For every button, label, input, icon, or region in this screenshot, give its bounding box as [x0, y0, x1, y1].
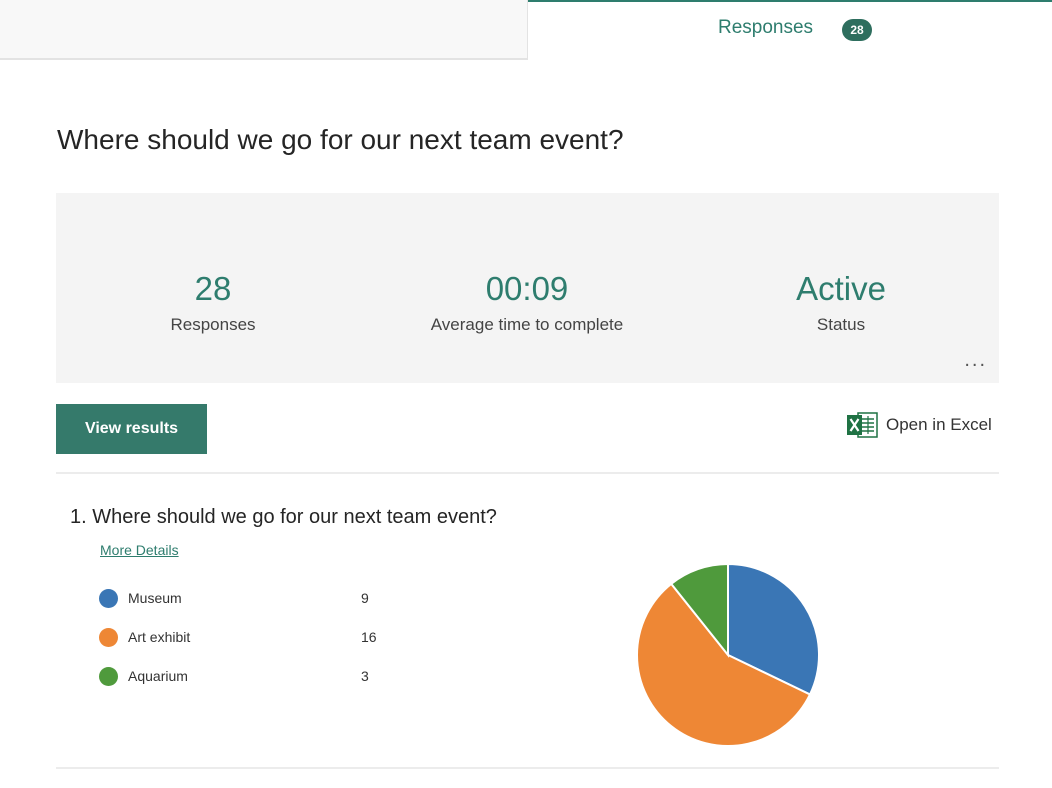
legend-color-dot	[99, 666, 118, 686]
open-in-excel-link[interactable]: Open in Excel	[846, 410, 992, 440]
legend-label: Museum	[128, 590, 182, 606]
tab-responses[interactable]: Responses 28	[528, 0, 1052, 60]
legend-count: 9	[361, 590, 369, 606]
tab-questions[interactable]	[0, 0, 528, 60]
legend-count: 3	[361, 668, 369, 684]
divider	[56, 472, 999, 474]
legend-label: Art exhibit	[128, 629, 191, 645]
page-title: Where should we go for our next team eve…	[57, 124, 624, 155]
responses-pie-chart	[636, 562, 820, 747]
legend-item: Aquarium 3	[99, 666, 369, 686]
stat-average-time-label: Average time to complete	[430, 315, 624, 334]
responses-count-badge: 28	[842, 19, 872, 41]
stat-average-time: 00:09 Average time to complete	[377, 269, 677, 335]
legend-color-dot	[99, 627, 118, 647]
legend-label: Aquarium	[128, 668, 188, 684]
legend-count: 16	[361, 629, 377, 645]
stat-status: Active Status	[691, 269, 991, 335]
summary-panel: 28 Responses 00:09 Average time to compl…	[56, 193, 999, 383]
divider-bottom	[56, 767, 999, 769]
more-options-button[interactable]: ...	[964, 349, 987, 372]
stat-responses-label: Responses	[170, 315, 256, 334]
legend-item: Art exhibit 16	[99, 627, 377, 647]
more-details-link[interactable]: More Details	[100, 542, 179, 558]
forms-responses-page: Responses 28 Where should we go for our …	[0, 0, 1052, 788]
stat-responses-value: 28	[194, 270, 232, 307]
question-title: 1. Where should we go for our next team …	[70, 506, 497, 528]
excel-icon	[847, 412, 878, 438]
legend-color-dot	[99, 588, 118, 608]
stat-average-time-value: 00:09	[485, 270, 569, 307]
open-in-excel-label: Open in Excel	[886, 415, 992, 434]
stat-status-label: Status	[816, 315, 866, 334]
legend-item: Museum 9	[99, 588, 369, 608]
stat-responses: 28 Responses	[63, 269, 363, 335]
stat-status-value: Active	[796, 270, 886, 307]
tab-responses-label: Responses	[718, 17, 814, 38]
view-results-button[interactable]: View results	[56, 404, 207, 454]
